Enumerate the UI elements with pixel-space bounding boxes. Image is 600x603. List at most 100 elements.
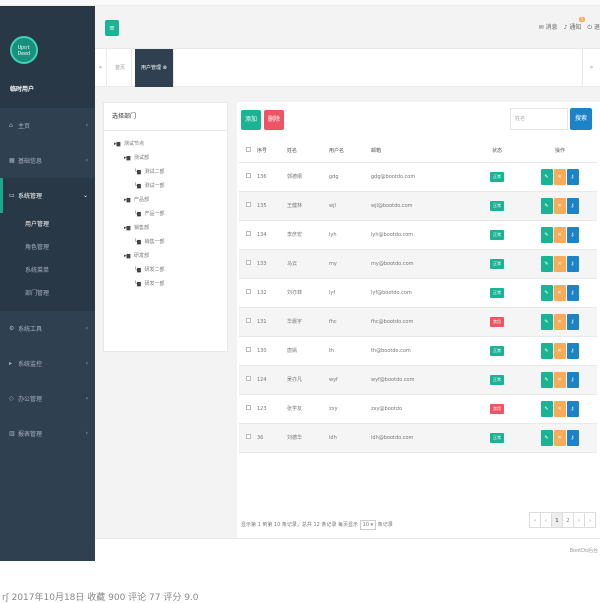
row-checkbox[interactable]: [245, 405, 251, 410]
delete-icon[interactable]: ✕: [553, 226, 566, 243]
row-checkbox[interactable]: [245, 173, 251, 178]
reset-password-icon[interactable]: ⚷: [566, 168, 579, 185]
pagination-suffix: 条记录: [377, 522, 393, 528]
tree-node[interactable]: ▸▆ 产品部: [104, 193, 227, 207]
folder-open-icon: ▸▆: [114, 141, 122, 147]
tree-node[interactable]: └▆ 研发一部: [104, 277, 227, 291]
row-checkbox-cell[interactable]: [239, 394, 257, 424]
row-checkbox-cell[interactable]: [239, 220, 257, 250]
tree-node[interactable]: └▆ 销售一部: [104, 235, 227, 249]
delete-icon[interactable]: ✕: [553, 400, 566, 417]
row-checkbox[interactable]: [245, 231, 251, 236]
add-button[interactable]: 添加: [241, 110, 261, 130]
cell-actions: ✎ ✕ ⚷: [523, 249, 597, 279]
row-checkbox[interactable]: [245, 434, 251, 439]
sidebar-item[interactable]: ▸ 系统监控 ‹: [0, 346, 95, 381]
tree-node[interactable]: ▸▆ 研发部: [104, 249, 227, 263]
select-all-checkbox[interactable]: [239, 140, 257, 163]
row-checkbox-cell[interactable]: [239, 365, 257, 395]
delete-icon[interactable]: ✕: [553, 313, 566, 330]
top-link[interactable]: ⏻ 退: [587, 22, 600, 32]
delete-icon[interactable]: ✕: [553, 342, 566, 359]
tab-scroll-right-icon[interactable]: »: [582, 49, 600, 87]
tree-node[interactable]: └▆ 研发二部: [104, 263, 227, 277]
search-button[interactable]: 搜索: [570, 108, 592, 130]
column-header: 操作: [523, 140, 597, 163]
delete-button[interactable]: 删除: [264, 110, 284, 130]
sidebar-item[interactable]: ⌂ 主页 ‹: [0, 108, 95, 143]
row-checkbox-cell[interactable]: [239, 307, 257, 337]
reset-password-icon[interactable]: ⚷: [566, 197, 579, 214]
delete-icon[interactable]: ✕: [553, 284, 566, 301]
cell-status: 正常: [471, 336, 523, 366]
tree-node[interactable]: └▆ 测试一部: [104, 179, 227, 193]
sidebar-subitem[interactable]: 用户管理: [0, 213, 95, 236]
edit-icon[interactable]: ✎: [540, 342, 553, 359]
row-checkbox-cell[interactable]: [239, 191, 257, 221]
edit-icon[interactable]: ✎: [540, 255, 553, 272]
top-link[interactable]: ✉ 消息: [539, 22, 558, 32]
row-checkbox[interactable]: [245, 318, 251, 323]
sidebar-item[interactable]: ▥ 报表管理 ‹: [0, 416, 95, 451]
edit-icon[interactable]: ✎: [540, 371, 553, 388]
row-checkbox[interactable]: [245, 376, 251, 381]
sidebar-item[interactable]: ⚙ 系统工具 ‹: [0, 311, 95, 346]
row-checkbox-cell[interactable]: [239, 423, 257, 453]
row-checkbox[interactable]: [245, 347, 251, 352]
delete-icon[interactable]: ✕: [553, 168, 566, 185]
sidebar-item[interactable]: ◇ 办公管理 ‹: [0, 381, 95, 416]
edit-icon[interactable]: ✎: [540, 429, 553, 446]
avatar[interactable]: Upot Deed: [10, 36, 38, 64]
chevron-left-icon: ‹: [85, 360, 88, 367]
row-checkbox[interactable]: [245, 289, 251, 294]
reset-password-icon[interactable]: ⚷: [566, 342, 579, 359]
tree-node[interactable]: ▸▆ 销售部: [104, 221, 227, 235]
row-checkbox-cell[interactable]: [239, 249, 257, 279]
delete-icon[interactable]: ✕: [553, 429, 566, 446]
delete-icon[interactable]: ✕: [553, 255, 566, 272]
tree-node[interactable]: ▸▆ 测试节点: [104, 137, 227, 151]
row-checkbox-cell[interactable]: [239, 278, 257, 308]
edit-icon[interactable]: ✎: [540, 197, 553, 214]
page-link[interactable]: ›: [584, 512, 596, 528]
reset-password-icon[interactable]: ⚷: [566, 429, 579, 446]
folder-icon: └▆: [134, 183, 143, 189]
edit-icon[interactable]: ✎: [540, 168, 553, 185]
sidebar-item[interactable]: ▦ 基础信息 ‹: [0, 143, 95, 178]
tree-node[interactable]: └▆ 测试二部: [104, 165, 227, 179]
row-checkbox-cell[interactable]: [239, 162, 257, 192]
reset-password-icon[interactable]: ⚷: [566, 400, 579, 417]
reset-password-icon[interactable]: ⚷: [566, 371, 579, 388]
tab-scroll-left-icon[interactable]: «: [95, 49, 107, 87]
delete-icon[interactable]: ✕: [553, 197, 566, 214]
sidebar-subitem[interactable]: 系统菜单: [0, 259, 95, 282]
user-name[interactable]: 临时用户: [10, 84, 34, 93]
tree-node[interactable]: ▸▆ 测试部: [104, 151, 227, 165]
delete-icon[interactable]: ✕: [553, 371, 566, 388]
cell-status: 禁用: [471, 307, 523, 337]
row-checkbox[interactable]: [245, 202, 251, 207]
page-size-select[interactable]: 10 ▾: [359, 520, 377, 530]
main-content: 选择部门 ▸▆ 测试节点 ▸▆ 测试部 └▆ 测试二部 └▆ 测试一部 ▸▆ 产品部 └▆…: [95, 87, 600, 561]
row-checkbox-cell[interactable]: [239, 336, 257, 366]
reset-password-icon[interactable]: ⚷: [566, 255, 579, 272]
reset-password-icon[interactable]: ⚷: [566, 313, 579, 330]
reset-password-icon[interactable]: ⚷: [566, 284, 579, 301]
edit-icon[interactable]: ✎: [540, 400, 553, 417]
row-checkbox[interactable]: [245, 260, 251, 265]
menu-toggle-icon[interactable]: ≡: [105, 20, 119, 36]
reset-password-icon[interactable]: ⚷: [566, 226, 579, 243]
top-link[interactable]: ♪ 通知 1: [564, 17, 586, 32]
cell-id: 136: [257, 162, 287, 192]
edit-icon[interactable]: ✎: [540, 313, 553, 330]
tree-node[interactable]: └▆ 产品一部: [104, 207, 227, 221]
edit-icon[interactable]: ✎: [540, 226, 553, 243]
checkbox-icon[interactable]: [245, 147, 251, 153]
edit-icon[interactable]: ✎: [540, 284, 553, 301]
sidebar-subitem[interactable]: 部门管理: [0, 282, 95, 305]
sidebar-item[interactable]: ▭ 系统管理 ⌄: [0, 178, 95, 213]
tab-1[interactable]: 用户管理 ⊗: [135, 49, 174, 87]
search-input[interactable]: 姓名: [510, 108, 568, 130]
tab-0[interactable]: 首页: [109, 49, 133, 87]
sidebar-subitem[interactable]: 角色管理: [0, 236, 95, 259]
